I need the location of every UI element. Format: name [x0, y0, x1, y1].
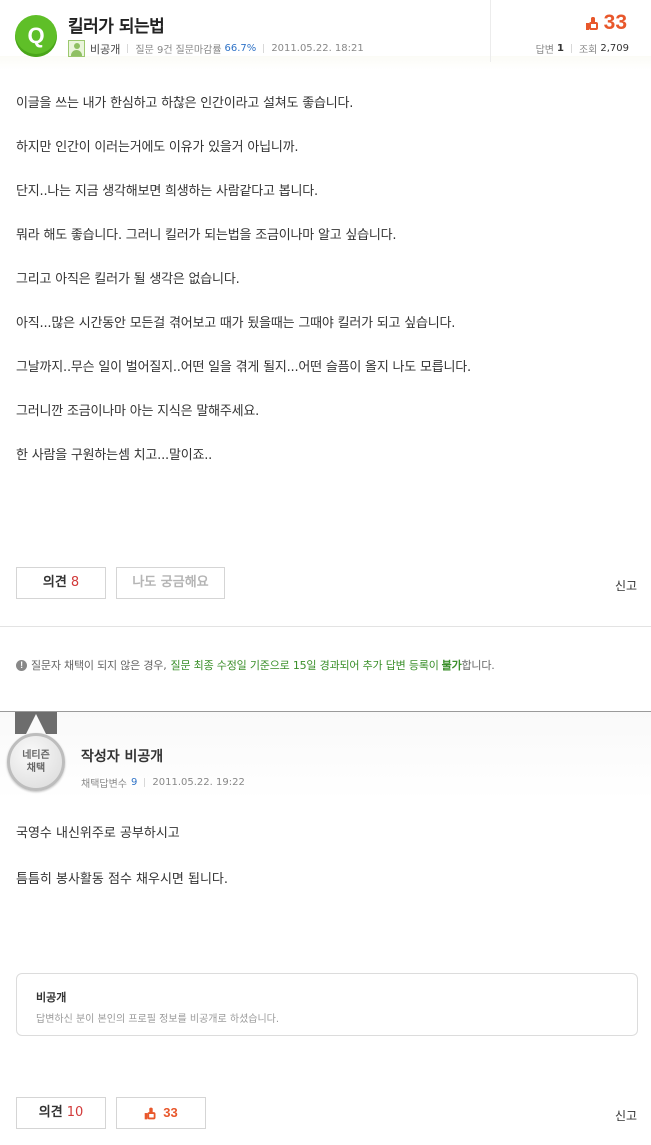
- like-counter[interactable]: 33: [585, 11, 627, 35]
- answer-author: 작성자 비공개: [81, 749, 164, 765]
- answer-report-link[interactable]: 신고: [615, 1107, 637, 1124]
- question-paragraph: 아직...많은 시간동안 모든걸 겪어보고 때가 됬을때는 그때야 킬러가 되고…: [16, 316, 456, 331]
- divider: [127, 44, 129, 53]
- notice-bold: 불가: [441, 659, 462, 672]
- divider: [570, 44, 572, 53]
- question-paragraph: 한 사람을 구원하는셈 치고...말이죠..: [16, 448, 213, 463]
- answer-paragraph: 틈틈히 봉사활동 점수 채우시면 됩니다.: [16, 872, 229, 887]
- question-paragraph: 단지..나는 지금 생각해보면 희생하는 사람같다고 봅니다.: [16, 184, 318, 199]
- question-paragraph: 이글을 쓰는 내가 한심하고 하찮은 인간이라고 설쳐도 좋습니다.: [16, 96, 354, 111]
- question-stats: 33 답변 1 조회 2,709: [490, 0, 651, 62]
- question-badge-icon: Q: [15, 15, 57, 57]
- profile-description: 답변하신 분이 본인의 프로필 정보를 비공개로 하셨습니다.: [36, 1014, 280, 1025]
- opinion-label: 의견: [42, 575, 67, 590]
- question-paragraph: 그러니깐 조금이나마 아는 지식은 말해주세요.: [16, 404, 260, 419]
- opinion-button[interactable]: 의견 8: [16, 567, 106, 599]
- views-label: 조회: [578, 45, 598, 56]
- answer-like-button[interactable]: 33: [116, 1097, 206, 1129]
- question-paragraph: 그리고 아직은 킬러가 될 생각은 없습니다.: [16, 272, 240, 287]
- section-divider: [0, 626, 651, 627]
- curious-button[interactable]: 나도 궁금해요: [116, 567, 225, 599]
- profile-name: 비공개: [36, 991, 67, 1004]
- question-author[interactable]: 비공개: [90, 41, 120, 57]
- medal-line2: 채택: [26, 763, 46, 774]
- profile-box: 비공개 답변하신 분이 본인의 프로필 정보를 비공개로 하셨습니다.: [16, 973, 638, 1036]
- answer-opinion-count: 10: [66, 1105, 84, 1120]
- answers-count: 1: [556, 43, 564, 54]
- answer-opinion-label: 의견: [38, 1105, 63, 1120]
- answer-date: 2011.05.22. 19:22: [152, 777, 245, 788]
- question-date: 2011.05.22. 18:21: [271, 43, 364, 54]
- thumbs-up-icon: [144, 1107, 158, 1119]
- answer-paragraph: 국영수 내신위주로 공부하시고: [16, 826, 180, 841]
- notice-highlight: 질문 최종 수정일 기준으로 15일 경과되어 추가 답변 등록이: [170, 659, 439, 672]
- info-icon: !: [16, 659, 27, 671]
- like-count: 33: [603, 11, 627, 34]
- divider: [144, 778, 146, 787]
- answer-like-count: 33: [163, 1105, 178, 1120]
- question-paragraph: 뭐라 해도 좋습니다. 그러니 킬러가 되는법을 조금이나마 알고 싶습니다.: [16, 228, 397, 243]
- notice-suffix: 합니다.: [461, 659, 495, 672]
- adopted-label: 채택답변수: [81, 779, 127, 790]
- views-count: 2,709: [600, 43, 629, 54]
- question-count: 질문 9건: [135, 45, 173, 56]
- close-rate-label: 질문마감률: [175, 45, 222, 56]
- medal-ribbon-icon: [15, 712, 57, 734]
- question-meta: 비공개 질문 9건 질문마감률 66.7% 2011.05.22. 18:21: [68, 40, 364, 57]
- adopted-medal-icon: 네티즌 채택: [7, 733, 65, 791]
- notice: ! 질문자 채택이 되지 않은 경우, 질문 최종 수정일 기준으로 15일 경…: [16, 657, 495, 673]
- avatar-icon[interactable]: [68, 40, 85, 57]
- question-title: 킬러가 되는법: [68, 17, 165, 37]
- question-paragraph: 그날까지..무슨 일이 벌어질지..어떤 일을 겪게 될지...어떤 슬픔이 올…: [16, 360, 471, 375]
- medal-line1: 네티즌: [22, 750, 50, 761]
- question-paragraph: 하지만 인간이 이러는거에도 이유가 있을거 아닙니까.: [16, 140, 299, 155]
- thumbs-up-icon: [585, 16, 600, 30]
- notice-prefix: 질문자 채택이 되지 않은 경우,: [31, 659, 167, 672]
- answer-meta: 채택답변수 9 2011.05.22. 19:22: [81, 775, 245, 790]
- answer-view-stats: 답변 1 조회 2,709: [536, 41, 629, 56]
- answer-body: 국영수 내신위주로 공부하시고 틈틈히 봉사활동 점수 채우시면 됩니다.: [16, 825, 636, 917]
- question-body: 이글을 쓰는 내가 한심하고 하찮은 인간이라고 설쳐도 좋습니다. 하지만 인…: [16, 95, 636, 491]
- answer-opinion-button[interactable]: 의견 10: [16, 1097, 106, 1129]
- close-rate-value: 66.7%: [224, 43, 257, 54]
- opinion-count: 8: [70, 575, 80, 590]
- divider: [263, 44, 265, 53]
- adopted-count: 9: [131, 777, 138, 788]
- report-link[interactable]: 신고: [615, 577, 637, 594]
- answers-label: 답변: [535, 45, 554, 56]
